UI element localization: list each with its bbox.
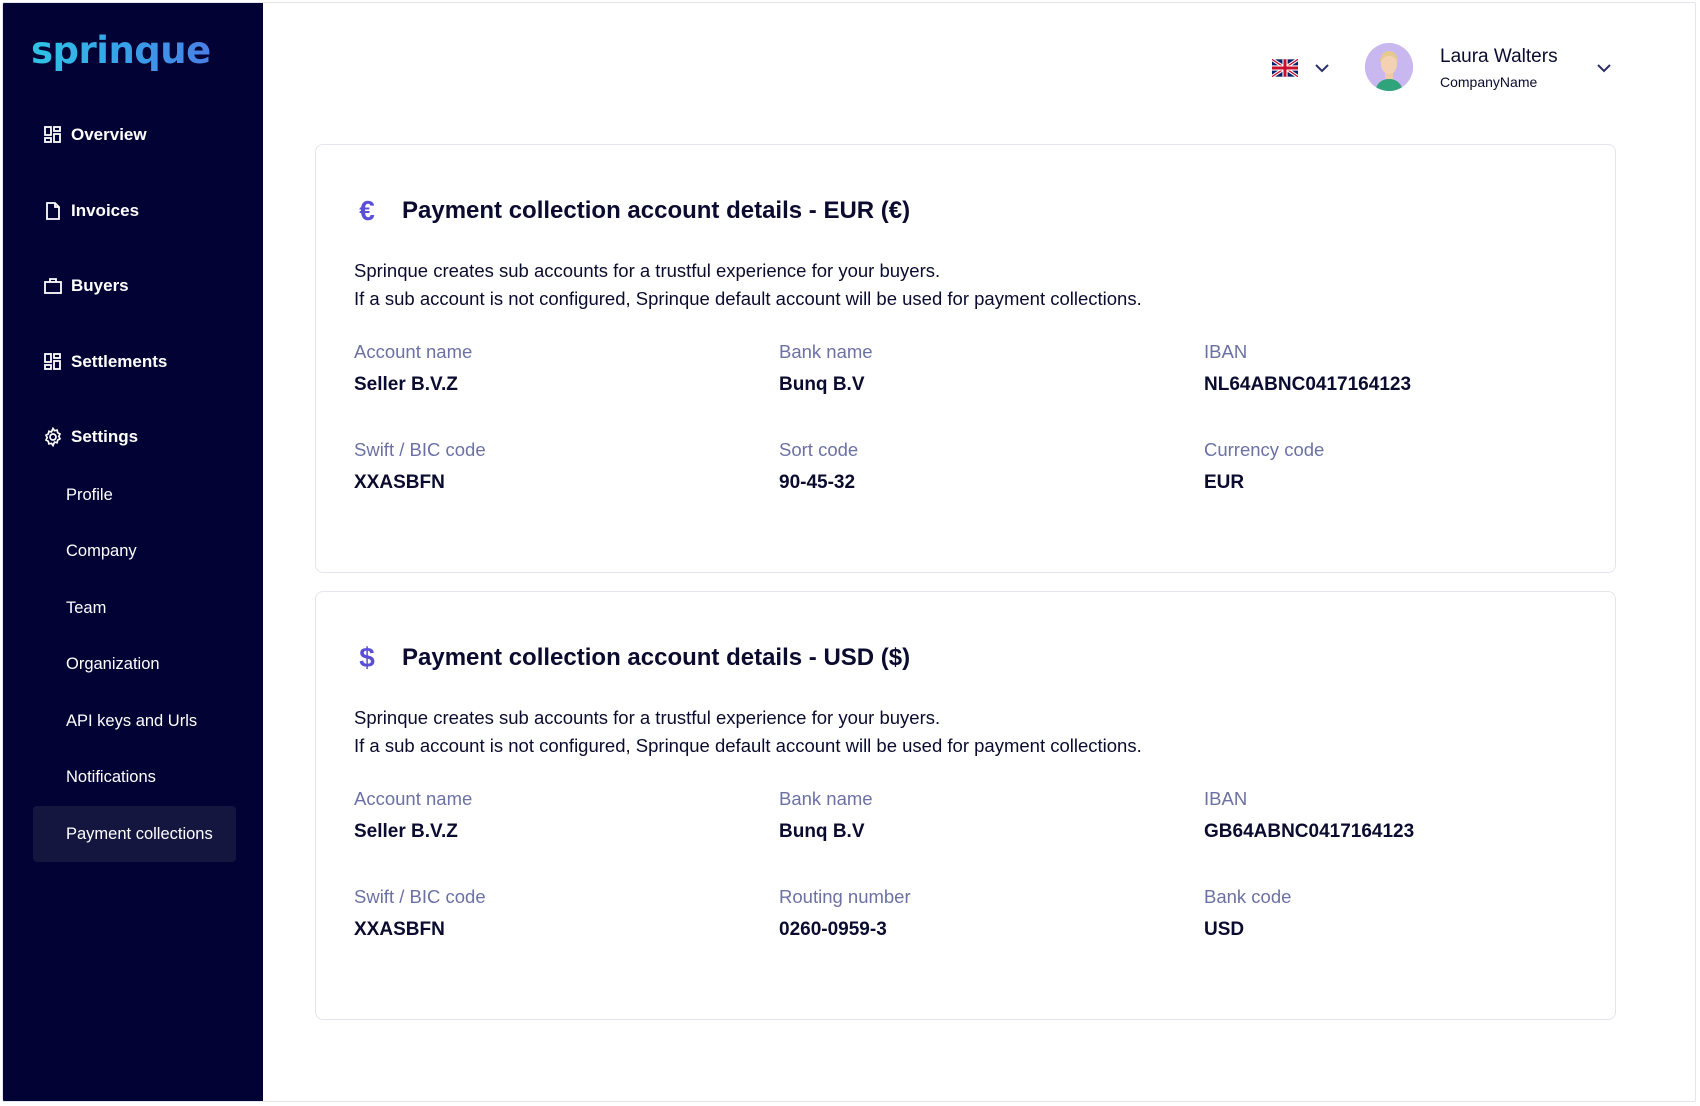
sidebar-item-label: Notifications <box>66 767 156 786</box>
sidebar-item-api-keys[interactable]: API keys and Urls <box>33 693 236 749</box>
field-bank-code: Bank code USD <box>1204 886 1291 941</box>
sidebar-item-label: Settlements <box>71 352 168 371</box>
card-description: Sprinque creates sub accounts for a trus… <box>354 257 1142 313</box>
field-label: Bank code <box>1204 886 1292 907</box>
field-account-name: Account name Seller B.V.Z <box>354 788 472 843</box>
field-label: Account name <box>354 341 473 362</box>
sidebar-item-label: Invoices <box>71 201 140 220</box>
description-line: If a sub account is not configured, Spri… <box>354 288 1142 309</box>
chevron-down-icon[interactable] <box>1595 61 1613 75</box>
field-iban: IBAN GB64ABNC0417164123 <box>1204 788 1414 843</box>
sidebar-item-label: Buyers <box>71 276 129 295</box>
field-value: NL64ABNC0417164123 <box>1204 374 1412 395</box>
sidebar-item-buyers[interactable]: Buyers <box>43 276 129 296</box>
sidebar-item-label: Company <box>66 541 137 560</box>
sidebar-item-settlements[interactable]: Settlements <box>43 352 167 372</box>
document-icon <box>43 201 63 221</box>
field-value: XXASBFN <box>354 919 445 940</box>
user-company: CompanyName <box>1440 74 1538 90</box>
dashboard-icon <box>43 352 63 372</box>
chevron-down-icon[interactable] <box>1313 61 1331 75</box>
avatar[interactable] <box>1365 43 1413 91</box>
field-swift-bic: Swift / BIC code XXASBFN <box>354 886 486 941</box>
field-value: Bunq B.V <box>779 821 865 842</box>
field-value: 0260-0959-3 <box>779 919 887 940</box>
field-label: IBAN <box>1204 341 1248 362</box>
field-bank-name: Bank name Bunq B.V <box>779 341 873 396</box>
sidebar-item-settings[interactable]: Settings <box>43 426 139 448</box>
uk-flag-icon[interactable] <box>1271 57 1299 79</box>
description-line: Sprinque creates sub accounts for a trus… <box>354 707 941 728</box>
gear-icon <box>43 426 63 448</box>
sidebar-item-company[interactable]: Company <box>33 523 236 579</box>
field-value: XXASBFN <box>354 472 445 493</box>
sidebar-item-invoices[interactable]: Invoices <box>43 201 139 221</box>
card-header: $ Payment collection account details - U… <box>354 642 910 674</box>
field-label: Swift / BIC code <box>354 439 486 460</box>
dollar-icon: $ <box>359 642 375 673</box>
euro-icon: € <box>359 195 375 226</box>
sidebar-item-label: Organization <box>66 654 160 673</box>
field-label: Currency code <box>1204 439 1325 460</box>
usd-account-card: $ Payment collection account details - U… <box>315 591 1616 1020</box>
app-window: sprinque Overview Invoices Buyers Settle… <box>2 2 1696 1102</box>
card-title: Payment collection account details - USD… <box>402 644 911 671</box>
sidebar-item-label: Payment collections <box>66 824 213 843</box>
sidebar-item-overview[interactable]: Overview <box>43 125 147 145</box>
field-value: Seller B.V.Z <box>354 374 458 395</box>
sidebar-item-label: Settings <box>71 427 139 446</box>
description-line: If a sub account is not configured, Spri… <box>354 735 1142 756</box>
sidebar-item-payment-collections[interactable]: Payment collections <box>33 806 236 862</box>
dashboard-icon <box>43 125 63 145</box>
field-swift-bic: Swift / BIC code XXASBFN <box>354 439 486 494</box>
field-label: Swift / BIC code <box>354 886 486 907</box>
sidebar-item-label: API keys and Urls <box>66 711 198 730</box>
eur-account-card: € Payment collection account details - E… <box>315 144 1616 573</box>
description-line: Sprinque creates sub accounts for a trus… <box>354 260 941 281</box>
field-value: USD <box>1204 919 1245 940</box>
sidebar: sprinque Overview Invoices Buyers Settle… <box>3 3 263 1101</box>
sidebar-item-team[interactable]: Team <box>33 580 236 636</box>
field-label: Bank name <box>779 341 873 362</box>
card-title: Payment collection account details - EUR… <box>402 197 911 224</box>
field-value: Bunq B.V <box>779 374 865 395</box>
card-description: Sprinque creates sub accounts for a trus… <box>354 704 1142 760</box>
field-label: Account name <box>354 788 473 809</box>
field-label: Routing number <box>779 886 911 907</box>
sidebar-item-label: Profile <box>66 485 113 504</box>
field-label: Bank name <box>779 788 873 809</box>
sidebar-item-notifications[interactable]: Notifications <box>33 749 236 805</box>
field-label: IBAN <box>1204 788 1248 809</box>
field-value: Seller B.V.Z <box>354 821 458 842</box>
field-currency-code: Currency code EUR <box>1204 439 1324 494</box>
briefcase-icon <box>43 276 63 296</box>
sidebar-item-profile[interactable]: Profile <box>33 467 236 523</box>
sidebar-item-label: Team <box>66 598 107 617</box>
field-value: GB64ABNC0417164123 <box>1204 821 1415 842</box>
field-bank-name: Bank name Bunq B.V <box>779 788 873 843</box>
field-value: 90-45-32 <box>779 472 856 493</box>
field-routing-number: Routing number 0260-0959-3 <box>779 886 911 941</box>
field-sort-code: Sort code 90-45-32 <box>779 439 858 494</box>
sidebar-item-organization[interactable]: Organization <box>33 636 236 692</box>
sidebar-item-label: Overview <box>71 125 147 144</box>
sprinque-logo[interactable]: sprinque <box>31 29 211 72</box>
field-iban: IBAN NL64ABNC0417164123 <box>1204 341 1411 396</box>
card-header: € Payment collection account details - E… <box>354 195 910 227</box>
field-label: Sort code <box>779 439 859 460</box>
user-name[interactable]: Laura Walters <box>1440 46 1558 68</box>
field-value: EUR <box>1204 472 1245 493</box>
field-account-name: Account name Seller B.V.Z <box>354 341 472 396</box>
